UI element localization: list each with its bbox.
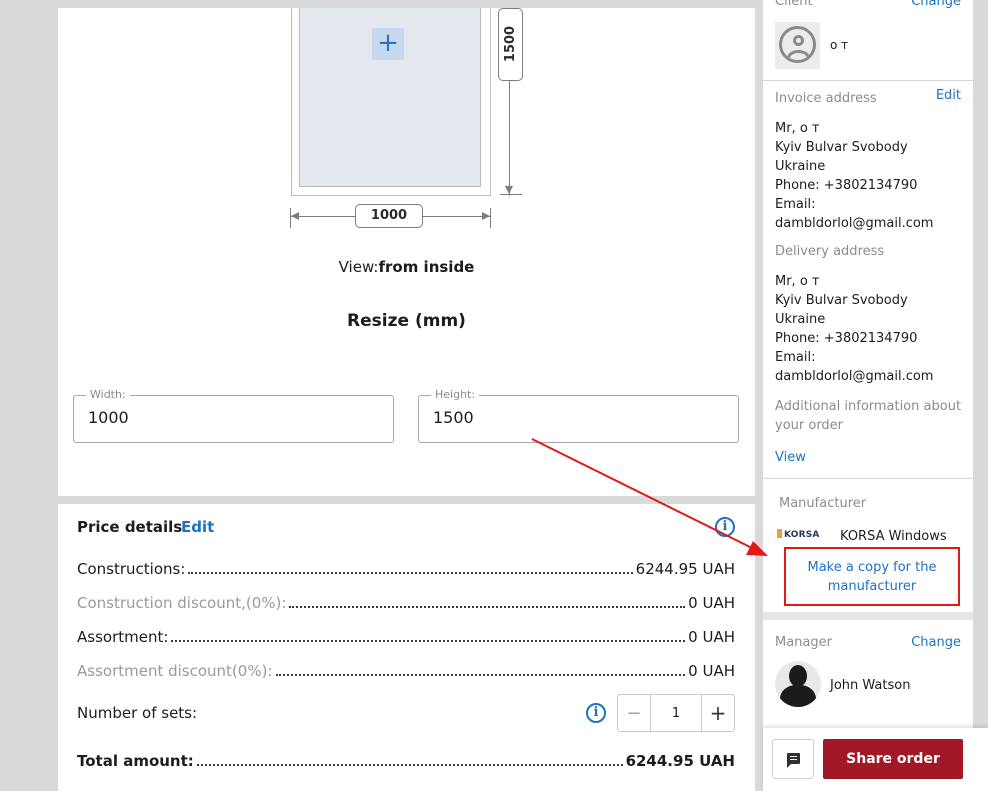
window-preview-panel: + 1000 1500 View:from inside Resize (mm)… — [58, 8, 755, 496]
sets-stepper[interactable]: − 1 + — [617, 694, 735, 732]
address-line: Mr, о т — [775, 274, 820, 289]
dimension-tick — [500, 194, 522, 195]
manager-name: John Watson — [830, 678, 911, 693]
height-dimension-badge[interactable]: 1500 — [498, 8, 523, 81]
price-row-label: Assortment discount(0%): — [77, 662, 273, 680]
sets-value[interactable]: 1 — [651, 695, 701, 731]
height-field[interactable]: Height: — [418, 388, 739, 443]
dot-leader — [289, 606, 686, 608]
width-field-label: Width: — [86, 388, 130, 401]
price-row-label: Assortment: — [77, 628, 169, 646]
price-details-panel: Price details Edit i Constructions: 6244… — [58, 504, 755, 791]
divider — [763, 80, 973, 81]
address-line: Email: — [775, 197, 816, 212]
client-avatar — [775, 22, 820, 69]
sets-info-icon[interactable]: i — [586, 703, 606, 723]
address-line: Phone: +3802134790 — [775, 178, 918, 193]
address-line: Email: — [775, 350, 816, 365]
height-field-label: Height: — [431, 388, 480, 401]
price-edit-link[interactable]: Edit — [181, 518, 214, 536]
person-icon — [789, 665, 807, 687]
client-label: Client — [775, 0, 813, 9]
width-input[interactable] — [88, 408, 378, 427]
sets-label: Number of sets: — [77, 704, 198, 722]
view-value: from inside — [378, 258, 475, 276]
order-sidebar: Client Change о т Invoice address Edit M… — [763, 0, 973, 728]
manager-label: Manager — [775, 635, 832, 650]
price-row-value: 0 UAH — [688, 628, 735, 646]
price-row-value: 0 UAH — [688, 662, 735, 680]
copy-for-manufacturer-label: Make a copy for the manufacturer — [807, 559, 937, 594]
dot-leader — [275, 674, 686, 676]
width-dimension-badge[interactable]: 1000 — [355, 204, 423, 228]
view-line: View:from inside — [58, 258, 755, 276]
bottom-action-bar: Share order — [763, 728, 988, 791]
total-label: Total amount: — [77, 752, 194, 770]
price-row-value: 6244.95 UAH — [635, 560, 735, 578]
info-icon[interactable]: i — [715, 517, 735, 537]
add-element-button[interactable]: + — [372, 28, 404, 60]
section-divider — [763, 612, 973, 620]
user-icon — [779, 26, 816, 63]
decrement-button[interactable]: − — [618, 695, 651, 731]
total-value: 6244.95 UAH — [625, 752, 735, 770]
height-dimension-value: 1500 — [503, 25, 518, 63]
dot-leader — [188, 572, 633, 574]
arrow-left-icon — [291, 212, 299, 220]
price-row-assortment-discount: Assortment discount(0%): 0 UAH — [77, 662, 735, 680]
price-row-construction-discount: Construction discount,(0%): 0 UAH — [77, 594, 735, 612]
address-line: dambldorlol@gmail.com — [775, 369, 934, 384]
korsa-logo: KORSA — [777, 529, 825, 543]
dot-leader — [171, 640, 686, 642]
divider — [763, 478, 973, 479]
share-order-button[interactable]: Share order — [823, 739, 963, 779]
message-icon — [787, 753, 800, 768]
copy-for-manufacturer-button[interactable]: Make a copy for the manufacturer — [784, 547, 960, 606]
address-line: Kyiv Bulvar Svobody — [775, 140, 908, 155]
manager-change-link[interactable]: Change — [911, 635, 961, 650]
price-row-total: Total amount: 6244.95 UAH — [77, 752, 735, 770]
price-row-assortment: Assortment: 0 UAH — [77, 628, 735, 646]
view-additional-info-link[interactable]: View — [775, 450, 806, 465]
invoice-address-label: Invoice address — [775, 91, 877, 106]
address-line: Ukraine — [775, 159, 826, 174]
dot-leader — [196, 764, 623, 766]
address-line: Phone: +3802134790 — [775, 331, 918, 346]
logo-text: KORSA — [784, 530, 820, 540]
arrow-right-icon — [482, 212, 490, 220]
client-name: о т — [830, 38, 849, 52]
dimension-tick — [490, 208, 491, 228]
height-input[interactable] — [433, 408, 723, 427]
increment-button[interactable]: + — [701, 695, 734, 731]
invoice-address: Mr, о т Kyiv Bulvar Svobody Ukraine Phon… — [775, 119, 965, 233]
resize-title: Resize (mm) — [347, 311, 466, 331]
price-row-value: 0 UAH — [688, 594, 735, 612]
address-line: Mr, о т — [775, 121, 820, 136]
price-row-label: Constructions: — [77, 560, 186, 578]
manager-avatar — [775, 661, 821, 707]
arrow-down-icon — [505, 186, 513, 194]
price-row-constructions: Constructions: 6244.95 UAH — [77, 560, 735, 578]
manufacturer-name: KORSA Windows — [840, 529, 947, 544]
delivery-address-label: Delivery address — [775, 244, 885, 259]
price-row-label: Construction discount,(0%): — [77, 594, 287, 612]
address-line: Ukraine — [775, 312, 826, 327]
client-change-link[interactable]: Change — [911, 0, 961, 9]
width-field[interactable]: Width: — [73, 388, 394, 443]
manufacturer-label: Manufacturer — [779, 496, 867, 511]
comment-button[interactable] — [772, 739, 814, 779]
address-line: dambldorlol@gmail.com — [775, 216, 934, 231]
additional-info-label: Additional information about your order — [775, 399, 962, 433]
price-details-title: Price details — [77, 518, 183, 536]
address-line: Kyiv Bulvar Svobody — [775, 293, 908, 308]
view-label: View: — [338, 258, 379, 276]
invoice-edit-link[interactable]: Edit — [936, 88, 961, 103]
delivery-address: Mr, о т Kyiv Bulvar Svobody Ukraine Phon… — [775, 272, 965, 386]
